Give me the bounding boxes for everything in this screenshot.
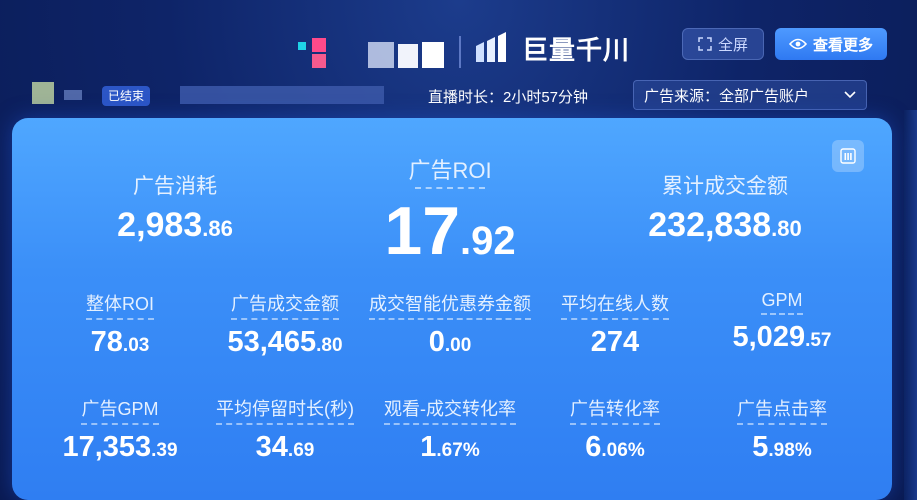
metric-label: 广告成交金额 — [231, 290, 339, 320]
metric-value-int: 5 — [752, 431, 769, 463]
metric-label: 广告转化率 — [570, 395, 660, 425]
logo-divider — [459, 36, 461, 68]
metric-view-conversion: 观看-成交转化率 1.67% — [360, 395, 540, 464]
metric-value-int: 53,465 — [227, 326, 317, 358]
metric-label: 广告ROI — [408, 158, 492, 183]
metric-value: 6.06% — [540, 431, 690, 464]
fullscreen-label: 全屏 — [717, 36, 748, 54]
brand: 巨量千川 — [474, 30, 630, 66]
blurred-live-title — [180, 86, 384, 104]
qianchuan-logo-icon — [476, 32, 506, 62]
metric-label: 累计成交金额 — [662, 175, 788, 198]
metric-value: 1.67% — [360, 431, 540, 464]
metric-ad-gpm: 广告GPM 17,353.39 — [40, 395, 200, 464]
metric-value-int: 17 — [384, 193, 461, 269]
fullscreen-button[interactable]: 全屏 — [682, 28, 764, 60]
metric-value: 78.03 — [40, 326, 200, 359]
metric-value-int: 34 — [255, 431, 288, 463]
metric-value-int: 78 — [90, 326, 123, 358]
douyin-logo-icon — [298, 38, 330, 70]
metric-value-int: 6 — [585, 431, 602, 463]
metric-value-int: 2,983 — [117, 206, 203, 244]
metric-value: 5.98% — [702, 431, 862, 464]
metric-value-int: 5,029 — [732, 321, 806, 353]
metric-total-gmv: 累计成交金额 232,838.80 — [615, 170, 835, 245]
metric-value-dec: .00 — [444, 335, 472, 356]
metric-value: 274 — [540, 326, 690, 359]
ad-source-value: 广告来源：全部广告账户 — [644, 87, 810, 105]
metric-value-int: 232,838 — [648, 206, 772, 244]
avatar — [32, 82, 54, 104]
brand-name: 巨量千川 — [522, 34, 631, 65]
metric-gpm: GPM 5,029.57 — [702, 290, 862, 354]
metric-value: 2,983.86 — [95, 206, 255, 245]
metric-overall-roi: 整体ROI 78.03 — [40, 290, 200, 359]
metric-ad-ctr: 广告点击率 5.98% — [702, 395, 862, 464]
metric-label: 广告GPM — [81, 395, 159, 425]
metric-label: 广告点击率 — [737, 395, 827, 425]
metric-label: 平均在线人数 — [561, 290, 669, 320]
status-badge: 已结束 — [102, 86, 151, 106]
blurred-account-logo — [368, 40, 456, 70]
metric-label: 成交智能优惠券金额 — [369, 290, 531, 320]
chart-view-button[interactable] — [832, 140, 864, 172]
eye-icon — [788, 38, 807, 50]
metric-label: 平均停留时长(秒) — [216, 395, 354, 425]
ad-source-select[interactable]: 广告来源：全部广告账户 — [633, 80, 867, 110]
metric-value-dec: .67% — [436, 440, 480, 461]
view-more-label: 查看更多 — [812, 36, 873, 54]
metric-label: 广告消耗 — [133, 175, 217, 198]
metric-value-dec: .80 — [316, 335, 343, 356]
live-duration: 直播时长：2小时57分钟 — [428, 89, 589, 106]
edge-shadow — [904, 110, 917, 500]
metric-label: GPM — [761, 290, 803, 315]
view-more-button[interactable]: 查看更多 — [775, 28, 887, 60]
metric-value: 17.92 — [355, 197, 545, 275]
metric-value-dec: .39 — [151, 440, 178, 461]
label-underline — [415, 187, 485, 189]
metric-ad-conversion: 广告转化率 6.06% — [540, 395, 690, 464]
blurred-account-name — [64, 90, 82, 100]
metric-value-dec: .98% — [768, 440, 812, 461]
metric-value-dec: .86 — [202, 216, 233, 241]
metric-value: 0.00 — [360, 326, 540, 359]
metric-value-int: 17,353 — [62, 431, 152, 463]
metric-value-dec: .03 — [122, 335, 150, 356]
metric-coupon-amount: 成交智能优惠券金额 0.00 — [360, 290, 540, 359]
metric-value: 5,029.57 — [702, 321, 862, 354]
metric-avg-online: 平均在线人数 274 — [540, 290, 690, 359]
metric-ad-spend: 广告消耗 2,983.86 — [95, 170, 255, 245]
metric-value-dec: .57 — [805, 330, 832, 351]
metric-value-int: 1 — [420, 431, 437, 463]
top-header: 巨量千川 全屏 查看更多 — [0, 0, 917, 80]
metric-value: 17,353.39 — [40, 431, 200, 464]
chevron-down-icon — [844, 91, 856, 99]
metric-ad-roi: 广告ROI 17.92 — [355, 153, 545, 275]
bar-chart-icon — [840, 148, 856, 164]
metric-value: 34.69 — [200, 431, 370, 464]
metric-value-int: 0 — [428, 326, 445, 358]
metric-value-dec: .69 — [287, 440, 315, 461]
metric-avg-stay: 平均停留时长(秒) 34.69 — [200, 395, 370, 464]
metric-value-dec: .92 — [460, 219, 516, 263]
metric-value-dec: .06% — [601, 440, 645, 461]
metric-value-dec: .80 — [771, 216, 802, 241]
metric-ad-gmv: 广告成交金额 53,465.80 — [200, 290, 370, 359]
fullscreen-icon — [698, 37, 712, 51]
metric-label: 整体ROI — [85, 290, 154, 320]
metric-value: 232,838.80 — [615, 206, 835, 245]
metric-label: 观看-成交转化率 — [384, 395, 516, 425]
metric-value: 53,465.80 — [200, 326, 370, 359]
metric-value-int: 274 — [590, 326, 640, 358]
